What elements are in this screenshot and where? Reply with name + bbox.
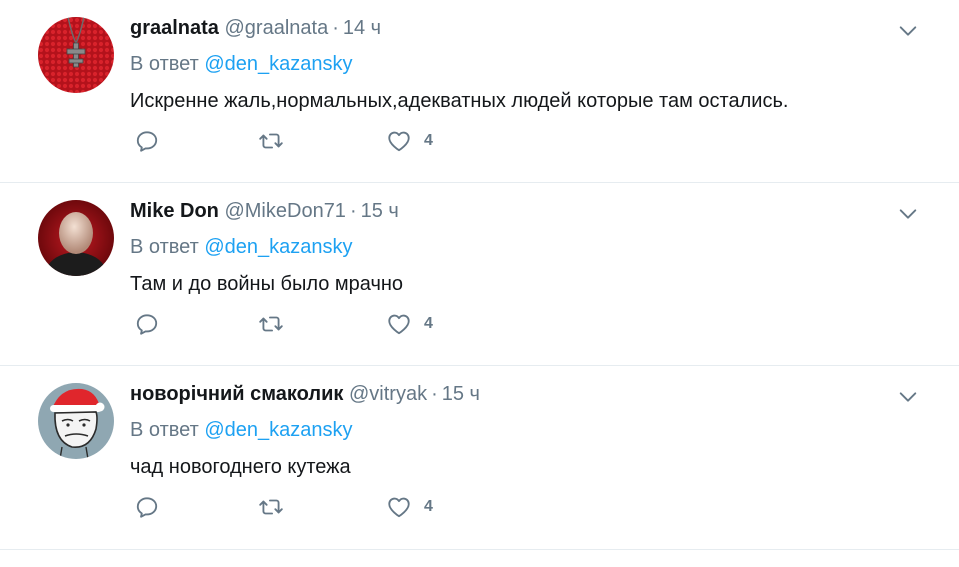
like-button[interactable]: 4 [386, 128, 433, 154]
reply-prefix: В ответ [130, 236, 199, 258]
reply-mention-link[interactable]: @den_kazansky [204, 53, 352, 75]
author-name[interactable]: Mike Don [130, 200, 219, 222]
heart-icon [386, 311, 412, 337]
author-handle[interactable]: @vitryak [349, 383, 427, 405]
timestamp[interactable]: 15 ч [442, 383, 480, 405]
reply-button[interactable] [134, 128, 160, 154]
retweet-button[interactable] [258, 311, 284, 337]
reply-button[interactable] [134, 494, 160, 520]
timestamp[interactable]: 14 ч [343, 17, 381, 39]
like-button[interactable]: 4 [386, 311, 433, 337]
tweet[interactable]: Mike Don @MikeDon71 · 15 ч В ответ @den_ka… [0, 183, 959, 366]
retweet-icon [258, 311, 284, 337]
avatar[interactable] [38, 383, 114, 459]
retweet-button[interactable] [258, 494, 284, 520]
reply-context: В ответ @den_kazansky [130, 50, 899, 78]
reply-icon [134, 128, 160, 154]
reply-icon [134, 494, 160, 520]
reply-button[interactable] [134, 311, 160, 337]
tweet[interactable]: новорічний смаколик @vitryak · 15 ч В отве… [0, 366, 959, 550]
author-name[interactable]: новорічний смаколик [130, 383, 343, 405]
reply-mention-link[interactable]: @den_kazansky [204, 419, 352, 441]
separator: · [349, 200, 357, 222]
avatar[interactable] [38, 200, 114, 276]
like-count: 4 [424, 132, 433, 149]
tweet-text: чад новогоднего кутежа [130, 456, 351, 478]
reply-icon [134, 311, 160, 337]
avatar[interactable] [38, 17, 114, 93]
like-button[interactable]: 4 [386, 494, 433, 520]
chevron-down-icon[interactable] [897, 20, 919, 42]
author-handle[interactable]: @graalnata [225, 17, 329, 39]
chevron-down-icon[interactable] [897, 203, 919, 225]
separator: · [332, 17, 339, 39]
separator: · [431, 383, 438, 405]
reply-context: В ответ @den_kazansky [130, 416, 899, 444]
heart-icon [386, 128, 412, 154]
retweet-button[interactable] [258, 128, 284, 154]
chevron-down-icon[interactable] [897, 386, 919, 408]
like-count: 4 [424, 315, 433, 332]
reply-prefix: В ответ [130, 419, 199, 441]
timestamp[interactable]: 15 ч [361, 200, 399, 222]
tweet[interactable]: graalnata @graalnata · 14 ч В ответ @den_k… [0, 0, 959, 183]
reply-context: В ответ @den_kazansky [130, 233, 899, 261]
tweet-text: Искренне жаль,нормальных,адекватных люде… [130, 90, 789, 112]
author-name[interactable]: graalnata [130, 17, 219, 39]
author-handle[interactable]: @MikeDon71 [224, 200, 345, 222]
tweet-text: Там и до войны было мрачно [130, 273, 404, 295]
reply-mention-link[interactable]: @den_kazansky [204, 236, 352, 258]
heart-icon [386, 494, 412, 520]
retweet-icon [258, 128, 284, 154]
retweet-icon [258, 494, 284, 520]
like-count: 4 [424, 498, 433, 515]
reply-prefix: В ответ [130, 53, 199, 75]
